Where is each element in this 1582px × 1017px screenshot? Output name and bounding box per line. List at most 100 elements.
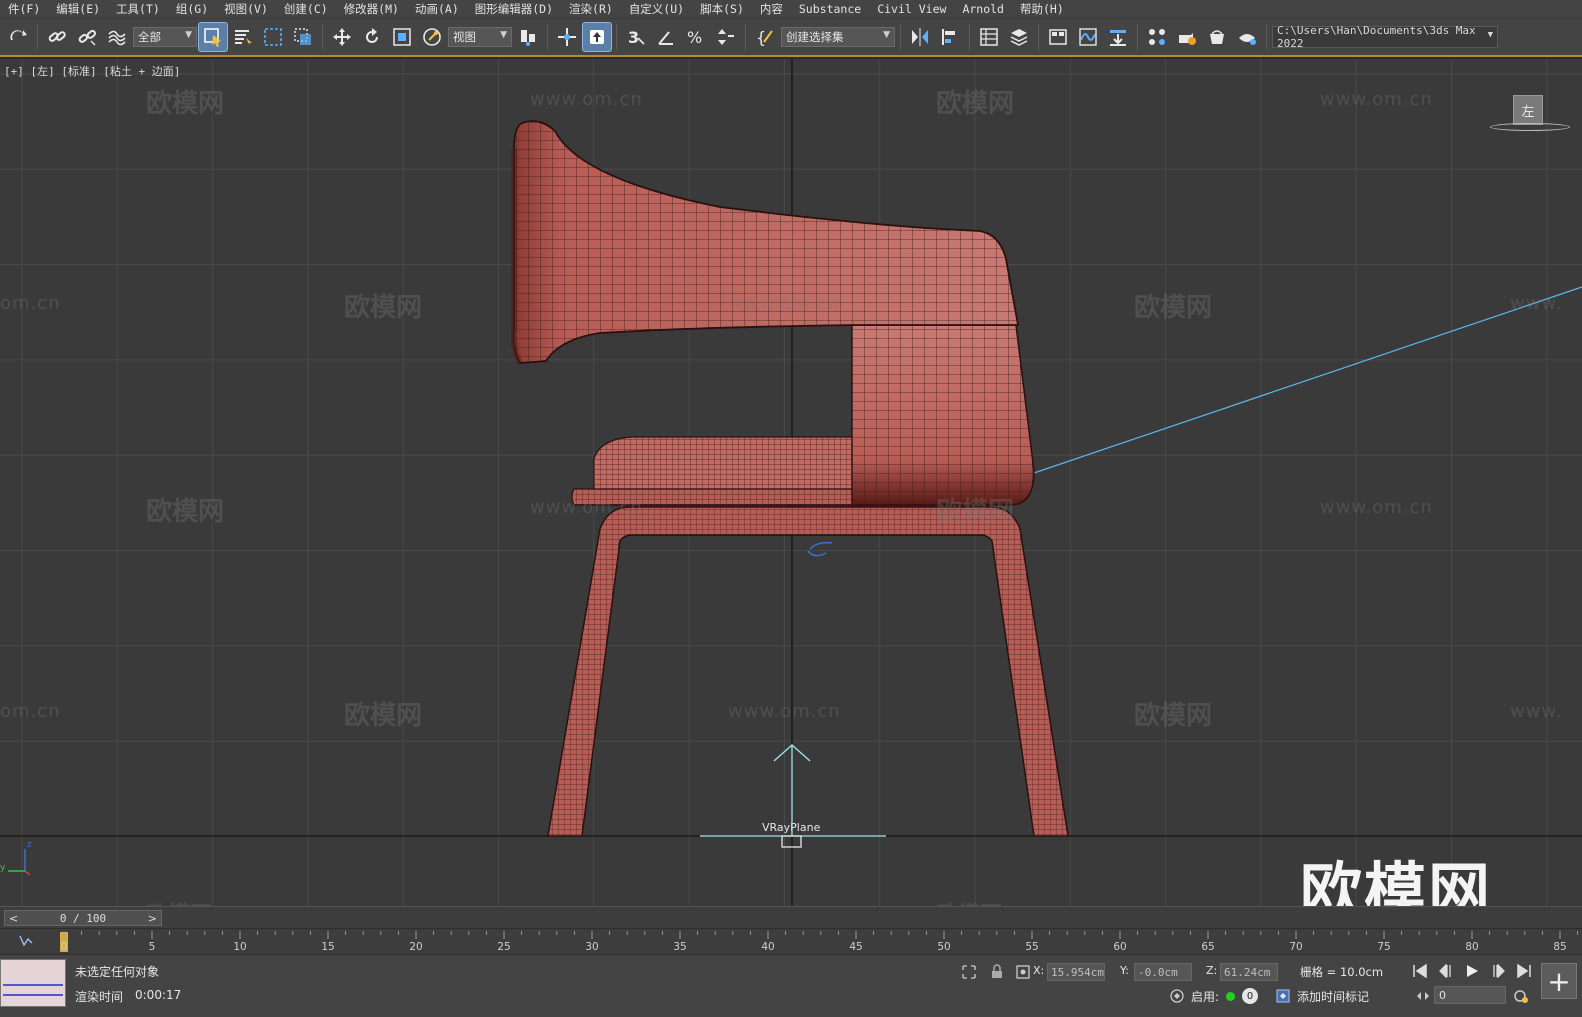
render-production-icon[interactable] [1233,23,1261,51]
prev-frame-icon[interactable] [1436,962,1456,980]
select-object-icon[interactable] [198,22,228,52]
menu-item[interactable]: 内容 [752,1,791,17]
material-editor-icon[interactable] [1143,23,1171,51]
track-tick-label: 85 [1553,941,1566,953]
bind-space-warp-icon[interactable] [103,23,131,51]
next-frame-icon[interactable] [1488,962,1508,980]
time-slider-frame: 0 / 100 [59,911,107,925]
x-coord-field[interactable]: 15.954cm [1047,963,1105,981]
logo: 欧模网 [1300,855,1493,906]
play-icon[interactable] [1462,962,1482,980]
menu-item[interactable]: 创建(C) [276,1,336,17]
menu-item[interactable]: Arnold [954,2,1012,16]
menu-item[interactable]: 图形编辑器(D) [467,1,561,17]
curve-editor-icon[interactable] [1074,23,1102,51]
named-selection-dropdown[interactable]: 创建选择集 ▼ [781,27,895,47]
main-toolbar: 全部 ▼ 视图 ▼ 3 % { 创建选择集 ▼ C:\Users\Han\Docume… [0,19,1582,57]
menu-item[interactable]: 渲染(R) [561,1,621,17]
select-by-name-icon[interactable] [229,23,257,51]
scale-icon[interactable] [388,23,416,51]
ribbon-toggle-icon[interactable] [1044,23,1072,51]
menu-item[interactable]: 工具(T) [108,1,168,17]
key-mode-icon[interactable] [1414,987,1432,1005]
viewcube-ring[interactable] [1490,123,1570,131]
left-viewport[interactable]: [+] [左] [标准] [粘土 + 边面] 欧模网 www.om.cn 欧模网… [0,59,1582,906]
track-tick-label: 25 [497,941,510,953]
placement-icon[interactable] [418,23,446,51]
rectangular-selection-icon[interactable] [259,23,287,51]
viewport-label[interactable]: [+] [左] [标准] [粘土 + 边面] [4,63,180,79]
render-time-label: 渲染时间 [75,990,124,1004]
angle-snap-icon[interactable] [652,23,680,51]
mirror-icon[interactable] [906,23,934,51]
time-config-icon[interactable] [1512,987,1530,1005]
selection-status: 未选定任何对象 [75,965,160,979]
track-bar[interactable]: 0 5 10 15 20 25 30 35 40 45 50 55 60 65 70 75 80 85 [0,928,1582,954]
status-bar: 未选定任何对象 渲染时间 0:00:17 X: 15.954cm Y: -0.0… [0,954,1582,1017]
link-icon[interactable] [43,23,71,51]
select-manipulate-icon[interactable] [553,23,581,51]
pivot-center-icon[interactable] [514,23,542,51]
goto-start-icon[interactable] [1410,962,1430,980]
maxscript-mini-listener[interactable] [0,959,66,1007]
rendered-frame-window-icon[interactable] [1203,23,1231,51]
move-icon[interactable] [328,23,356,51]
menu-item[interactable]: 件(F) [0,1,48,17]
time-slider[interactable]: < 0 / 100 > [4,910,162,926]
unlink-icon[interactable] [73,23,101,51]
track-tick-label: 5 [149,941,156,953]
track-tick-label: 20 [409,941,422,953]
add-time-tag[interactable]: 添加时间标记 [1297,988,1369,1005]
viewcube[interactable]: 左 [1490,95,1570,139]
rotate-icon[interactable] [358,23,386,51]
y-coord-field[interactable]: -0.0cm [1134,963,1192,981]
menu-item[interactable]: 视图(V) [216,1,276,17]
add-viewport-button[interactable]: + [1541,963,1577,999]
scene-explorer-icon[interactable] [975,23,1003,51]
viewcube-face-left[interactable]: 左 [1513,95,1543,125]
current-frame-field[interactable]: 0 [1434,986,1506,1004]
edit-named-selection-icon[interactable]: { [751,23,779,51]
menu-item[interactable]: 修改器(M) [336,1,407,17]
svg-text:%: % [687,28,702,47]
window-crossing-icon[interactable] [289,23,317,51]
menu-item[interactable]: 帮助(H) [1012,1,1072,17]
render-setup-icon[interactable] [1173,23,1201,51]
menu-item[interactable]: 动画(A) [407,1,467,17]
z-coord-field[interactable]: 61.24cm [1220,963,1278,981]
selection-filter-dropdown[interactable]: 全部 ▼ [133,27,197,47]
time-tag-icon[interactable] [1274,987,1292,1005]
reference-coord-dropdown[interactable]: 视图 ▼ [448,27,512,47]
selection-filter-value: 全部 [138,30,161,44]
project-path-dropdown[interactable]: C:\Users\Han\Documents\3ds Max 2022 ▼ [1272,24,1498,50]
track-ticks: 0 5 10 15 20 25 30 35 40 45 50 55 60 65 70 75 80 85 [61,931,1579,953]
menu-item[interactable]: Civil View [869,2,954,16]
adaptive-degradation-icon[interactable] [1168,987,1186,1005]
time-slider-prev-button[interactable]: < [9,912,18,925]
spinner-snap-icon[interactable] [712,23,740,51]
menu-item[interactable]: 自定义(U) [621,1,692,17]
align-icon[interactable] [936,23,964,51]
enable-status-indicator [1226,992,1235,1001]
isolate-selection-icon[interactable] [960,963,978,981]
goto-end-icon[interactable] [1514,962,1534,980]
keyboard-shortcut-override-icon[interactable] [582,22,612,52]
absolute-mode-icon[interactable] [1014,963,1032,981]
menu-item[interactable]: Substance [791,2,869,16]
grid-size: 栅格 = 10.0cm [1300,965,1384,979]
track-tick-label: 60 [1113,941,1126,953]
layer-explorer-icon[interactable] [1005,23,1033,51]
redo-icon[interactable] [4,23,32,51]
snap-3d-icon[interactable]: 3 [622,23,650,51]
axis-tripod-icon [8,849,31,876]
track-tick-label: 70 [1289,941,1302,953]
percent-snap-icon[interactable]: % [682,23,710,51]
track-tick-label: 45 [849,941,862,953]
menu-item[interactable]: 组(G) [168,1,216,17]
lock-selection-icon[interactable] [988,963,1006,981]
track-tick-label: 35 [673,941,686,953]
menu-item[interactable]: 脚本(S) [692,1,752,17]
menu-item[interactable]: 编辑(E) [48,1,108,17]
time-slider-next-button[interactable]: > [148,912,157,925]
schematic-view-icon[interactable] [1104,23,1132,51]
